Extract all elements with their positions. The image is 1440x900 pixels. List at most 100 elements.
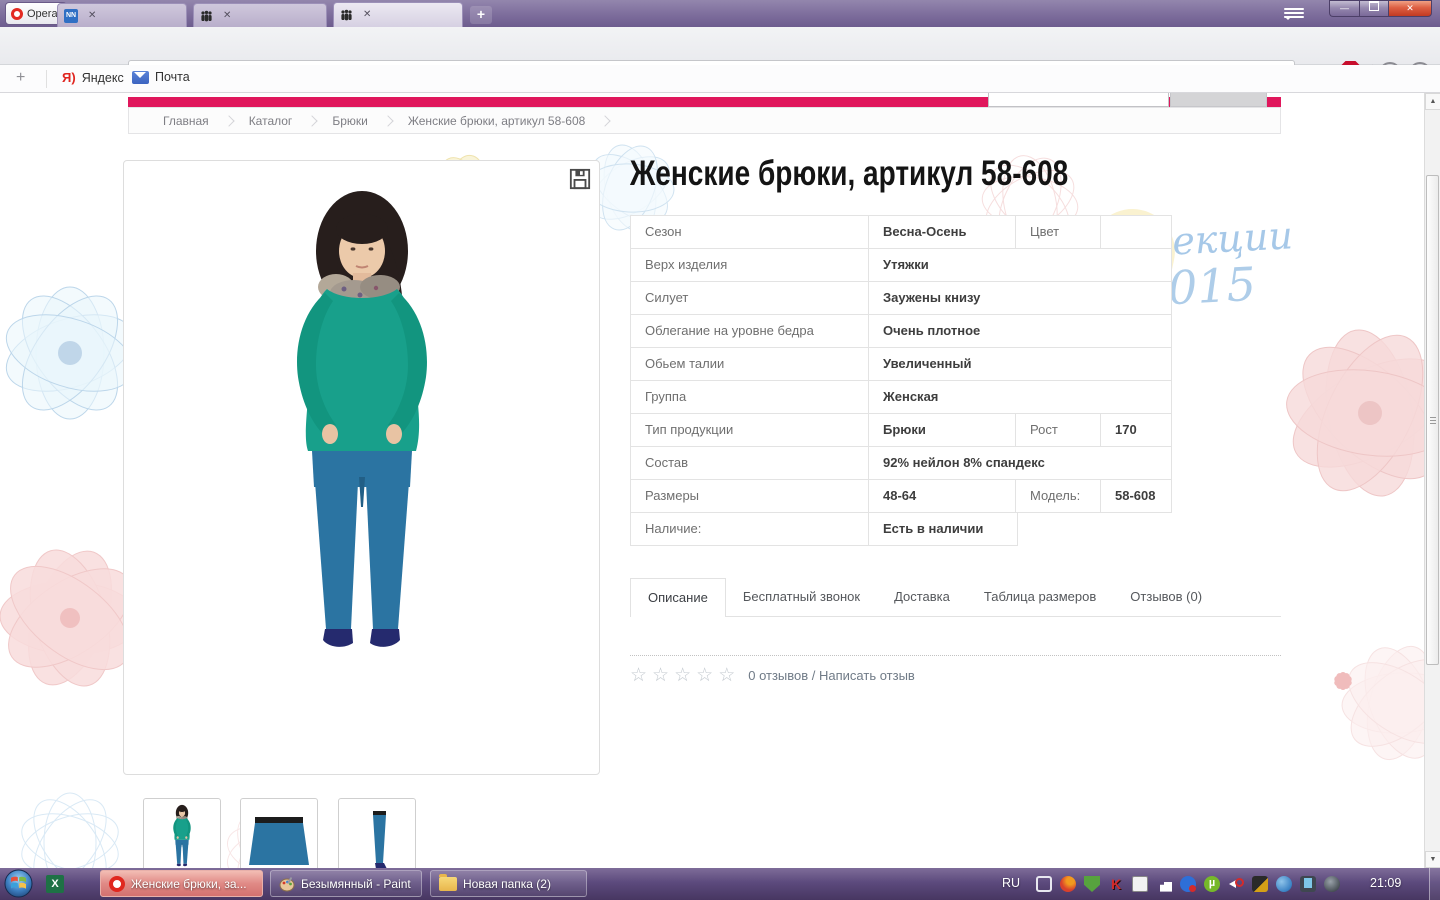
site-search-input[interactable] [988,93,1169,107]
start-button[interactable] [4,869,33,898]
language-indicator[interactable]: RU [1002,876,1020,890]
spec-label: Верх изделия [645,257,728,272]
bookmark-label: Яндекс [81,70,124,85]
opera-task-icon [109,875,125,892]
task-paint-window[interactable]: Безымянный - Paint [270,870,422,897]
site-search-button[interactable] [1170,93,1267,107]
tray-network-icon[interactable] [1156,876,1172,892]
bookmark-yandex[interactable]: Я) Яндекс [62,70,124,85]
yandex-icon: Я) [62,70,76,85]
maximize-icon [1369,1,1379,11]
dotted-divider [630,655,1281,656]
taskbar-clock[interactable]: 21:09 [1370,876,1401,890]
tab-bryuki-active[interactable]: Женские брюки, заужень ✕ [333,2,463,27]
spec-label: Рост [1015,414,1100,446]
tray-browser-alert-icon[interactable] [1180,876,1196,892]
browser-titlebar: Opera NN Фотографии новинки ✕ Женские бр… [0,0,1440,37]
people-favicon-icon [341,9,352,21]
tab-delivery[interactable]: Доставка [877,578,967,616]
spec-row: Облегание на уровне бедра Очень плотное [630,314,1172,348]
spec-value: 92% нейлон 8% спандекс [868,447,1171,479]
thumbnail-front-view[interactable] [143,798,221,868]
task-opera-window[interactable]: Женские брюки, за... [100,870,263,897]
tray-adguard-icon[interactable] [1084,876,1100,892]
bookmark-mail[interactable]: Почта [132,70,190,84]
star-icon[interactable]: ☆ [652,664,669,687]
tab-size-chart[interactable]: Таблица размеров [967,578,1113,616]
task-label: Женские брюки, за... [131,876,247,891]
scrollbar-thumb[interactable] [1426,175,1439,665]
spec-value: Увеличенный [868,348,1171,380]
close-button[interactable]: ✕ [1388,0,1432,17]
scroll-up-button[interactable]: ▲ [1425,93,1440,110]
spec-row: Размеры 48-64 Модель: 58-608 [630,479,1172,513]
page-scrollbar[interactable]: ▲ ▼ [1424,93,1440,868]
screen: Opera NN Фотографии новинки ✕ Женские бр… [0,0,1440,900]
breadcrumb-item-catalog[interactable]: Каталог [249,114,293,128]
tray-ccleaner-icon[interactable] [1060,876,1076,892]
tray-app-icon[interactable] [1252,876,1268,892]
spec-row: Силует Заужены книзу [630,281,1172,315]
tray-utorrent-icon[interactable]: µ [1204,876,1220,892]
page-viewport: лекции 015 Главная Каталог Брюки Женские… [0,93,1440,868]
mail-envelope-icon [132,70,149,84]
spec-value: Очень плотное [868,315,1171,347]
add-bookmark-icon[interactable]: + [16,69,25,87]
excel-taskbar-icon[interactable]: X [46,875,64,893]
new-tab-button[interactable]: + [470,6,492,24]
tray-kaspersky-icon[interactable]: K [1108,876,1124,892]
tray-hidden-icons-button[interactable] [1036,876,1052,892]
tab-free-call[interactable]: Бесплатный звонок [726,578,877,616]
window-controls: — ✕ [1329,0,1432,17]
tab-description[interactable]: Описание [630,578,726,617]
tab-bryuki-optom[interactable]: Женские брюки оптом ку ✕ [193,3,327,27]
flower-decoration [1341,645,1440,761]
spec-row: Группа Женская [630,380,1172,414]
tray-clipboard-icon[interactable] [1132,876,1148,892]
spec-value: Заужены книзу [868,282,1171,314]
paint-icon [279,876,295,891]
nn-favicon-icon: NN [64,8,78,23]
spec-row: Верх изделия Утяжки [630,248,1172,282]
task-folder-window[interactable]: Новая папка (2) [430,870,587,897]
breadcrumb-item-current: Женские брюки, артикул 58-608 [407,113,586,128]
spec-table: Сезон Весна-Осень Цвет Верх изделия Утяж… [630,215,1172,546]
product-image-box[interactable] [123,160,600,775]
tray-webcam-icon[interactable] [1324,876,1340,892]
spec-value: Женская [868,381,1171,413]
minimize-button[interactable]: — [1329,0,1359,17]
tab-close-icon[interactable]: ✕ [88,10,180,21]
spec-value: Есть в наличии [868,513,1015,545]
star-icon[interactable]: ☆ [630,664,647,687]
product-photo [297,191,427,647]
spec-label: Цвет [1015,216,1100,248]
spec-row: Состав 92% нейлон 8% спандекс [630,446,1172,480]
save-image-icon[interactable] [569,168,591,190]
breadcrumb-item-bryuki[interactable]: Брюки [332,114,368,128]
star-icon[interactable]: ☆ [718,664,735,687]
thumbnail-waist-closeup[interactable] [240,798,318,868]
tab-close-icon[interactable]: ✕ [363,10,456,20]
reviews-write-link[interactable]: 0 отзывов / Написать отзыв [748,668,915,683]
spec-value: Весна-Осень [868,216,1015,248]
tab-reviews[interactable]: Отзывов (0) [1113,578,1219,616]
scroll-down-button[interactable]: ▼ [1425,851,1440,868]
tab-menu-icon[interactable] [1284,8,1304,37]
tray-volume-muted-icon[interactable] [1228,876,1244,892]
star-icon[interactable]: ☆ [674,664,691,687]
maximize-button[interactable] [1359,0,1388,17]
tab-photos[interactable]: NN Фотографии новинки ✕ [57,3,187,27]
star-icon[interactable]: ☆ [696,664,713,687]
tray-phone-icon[interactable] [1300,876,1316,892]
breadcrumb-item-home[interactable]: Главная [163,114,209,128]
thumbnail-side-view[interactable] [338,798,416,868]
spec-label: Состав [645,455,689,470]
chevron-right-icon [382,114,394,127]
tab-close-icon[interactable]: ✕ [223,10,320,21]
show-desktop-button[interactable] [1429,868,1440,900]
opera-menu-label: Opera [27,7,58,20]
chevron-right-icon [306,114,318,127]
task-label: Безымянный - Paint [301,876,411,891]
spec-label: Сезон [645,224,682,239]
tray-update-icon[interactable] [1276,876,1292,892]
